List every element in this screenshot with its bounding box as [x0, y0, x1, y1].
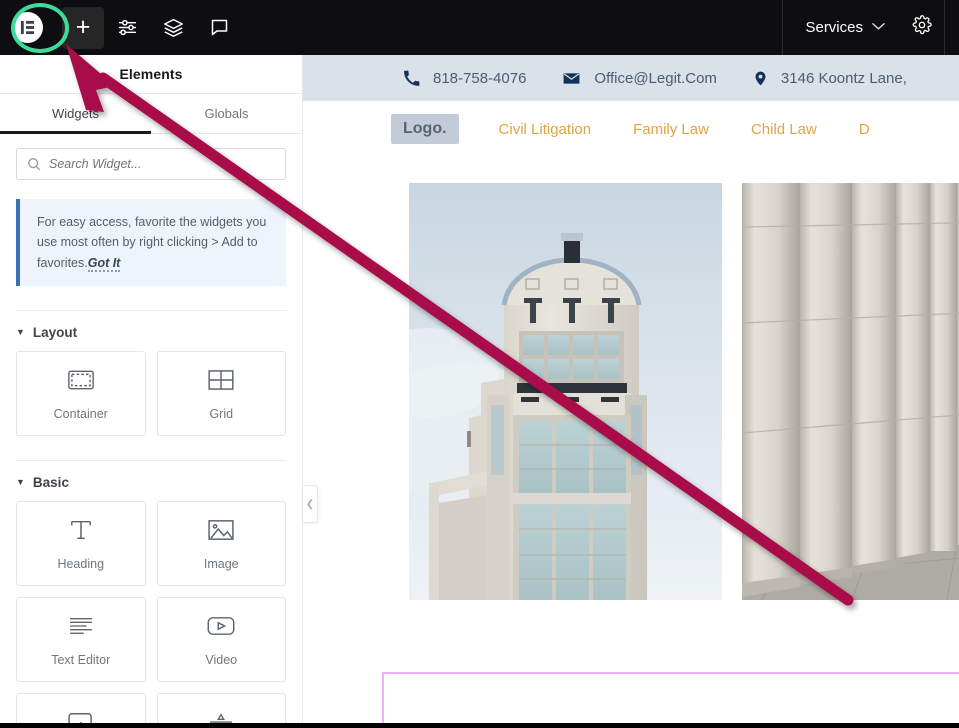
services-label: Services — [805, 19, 863, 36]
window-bottom-edge — [0, 723, 959, 728]
widget-label: Grid — [209, 407, 233, 421]
text-editor-icon — [68, 612, 94, 640]
caret-down-icon: ▼ — [16, 477, 25, 487]
info-item-phone[interactable]: 818-758-4076 — [403, 70, 562, 87]
section-label: Layout — [33, 325, 77, 340]
envelope-icon — [562, 69, 581, 88]
colonnade-photo[interactable] — [742, 183, 959, 600]
sliders-icon — [117, 17, 138, 38]
add-element-button[interactable]: + — [62, 7, 104, 49]
elements-panel: Elements Widgets Globals For easy access… — [0, 55, 303, 723]
tab-widgets[interactable]: Widgets — [0, 94, 151, 133]
button-icon — [67, 708, 95, 723]
courthouse-tower-photo[interactable] — [409, 183, 722, 600]
section-label: Basic — [33, 475, 69, 490]
site-settings-button[interactable] — [104, 0, 150, 55]
widget-image[interactable]: Image — [157, 501, 287, 586]
site-info-bar: 818-758-4076 Office@Legit.Com 3146 Koont… — [303, 55, 959, 101]
panel-header: Elements — [0, 55, 302, 94]
phone-icon — [403, 70, 420, 87]
tab-globals[interactable]: Globals — [151, 94, 302, 133]
gear-icon — [912, 15, 932, 40]
notice-text: For easy access, favorite the widgets yo… — [37, 215, 266, 270]
panel-collapse-handle[interactable]: ❮ — [303, 485, 318, 523]
info-item-address[interactable]: 3146 Koontz Lane, — [753, 69, 943, 88]
widget-grid-layout: Container Grid — [16, 351, 286, 436]
selected-section-outline[interactable] — [382, 672, 959, 723]
caret-down-icon: ▼ — [16, 327, 25, 337]
heading-t-icon — [69, 516, 93, 544]
site-navbar: Logo. Civil Litigation Family Law Child … — [303, 101, 959, 157]
topbar-left-group: + — [0, 0, 242, 55]
section-header-basic[interactable]: ▼ Basic — [16, 461, 286, 501]
nav-link-divorce[interactable]: D — [859, 121, 870, 138]
street-address: 3146 Koontz Lane, — [781, 70, 907, 87]
photo-row — [409, 183, 959, 600]
panel-tabs: Widgets Globals — [0, 94, 302, 134]
chevron-left-icon: ❮ — [306, 499, 314, 510]
plus-icon: + — [76, 15, 91, 40]
search-input[interactable] — [49, 157, 275, 171]
image-icon — [208, 516, 234, 544]
navigator-button[interactable] — [150, 0, 196, 55]
elementor-editor: 818-758-4076 Office@Legit.Com 3146 Koont… — [0, 0, 959, 728]
page-canvas[interactable]: 818-758-4076 Office@Legit.Com 3146 Koont… — [303, 55, 959, 723]
notice-got-it-link[interactable]: Got It — [88, 256, 121, 272]
widget-divider[interactable]: Divider — [157, 693, 287, 723]
elementor-logo-icon — [12, 12, 43, 43]
nav-link-civil-litigation[interactable]: Civil Litigation — [499, 121, 592, 138]
comments-button[interactable] — [196, 0, 242, 55]
widget-grid-basic: Heading Image Text Editor — [16, 501, 286, 723]
widget-label: Container — [54, 407, 108, 421]
phone-number: 818-758-4076 — [433, 70, 526, 87]
nav-link-child-law[interactable]: Child Law — [751, 121, 817, 138]
editor-topbar: + — [0, 0, 959, 55]
grid-icon — [208, 366, 234, 394]
widget-label: Image — [204, 557, 239, 571]
section-basic: ▼ Basic Heading Image — [16, 461, 286, 723]
favorites-notice: For easy access, favorite the widgets yo… — [16, 199, 286, 286]
panel-body: For easy access, favorite the widgets yo… — [0, 134, 302, 723]
widget-label: Heading — [57, 557, 104, 571]
services-menu[interactable]: Services — [783, 0, 899, 55]
video-play-icon — [207, 612, 235, 640]
widget-label: Text Editor — [51, 653, 110, 667]
widget-grid[interactable]: Grid — [157, 351, 287, 436]
search-widget-box[interactable] — [16, 148, 286, 180]
info-item-email[interactable]: Office@Legit.Com — [562, 69, 753, 88]
widget-container[interactable]: Container — [16, 351, 146, 436]
email-address: Office@Legit.Com — [594, 70, 717, 87]
comment-bubble-icon — [209, 17, 230, 38]
page-title: Elements — [119, 66, 182, 82]
nav-link-family-law[interactable]: Family Law — [633, 121, 709, 138]
widget-label: Video — [205, 653, 237, 667]
widget-video[interactable]: Video — [157, 597, 287, 682]
layers-icon — [163, 17, 184, 38]
settings-button[interactable] — [899, 0, 945, 55]
section-header-layout[interactable]: ▼ Layout — [16, 311, 286, 351]
search-icon — [27, 157, 41, 171]
elementor-logo-button[interactable] — [0, 0, 55, 55]
widget-button[interactable]: Button — [16, 693, 146, 723]
chevron-down-icon — [872, 22, 885, 34]
divider-icon — [207, 708, 235, 723]
widget-text-editor[interactable]: Text Editor — [16, 597, 146, 682]
topbar-right-edge — [944, 0, 959, 55]
container-icon — [68, 366, 94, 394]
widget-heading[interactable]: Heading — [16, 501, 146, 586]
map-pin-icon — [753, 69, 768, 88]
site-logo[interactable]: Logo. — [391, 114, 459, 144]
section-layout: ▼ Layout Container Grid — [16, 311, 286, 436]
topbar-right-group: Services — [782, 0, 959, 55]
